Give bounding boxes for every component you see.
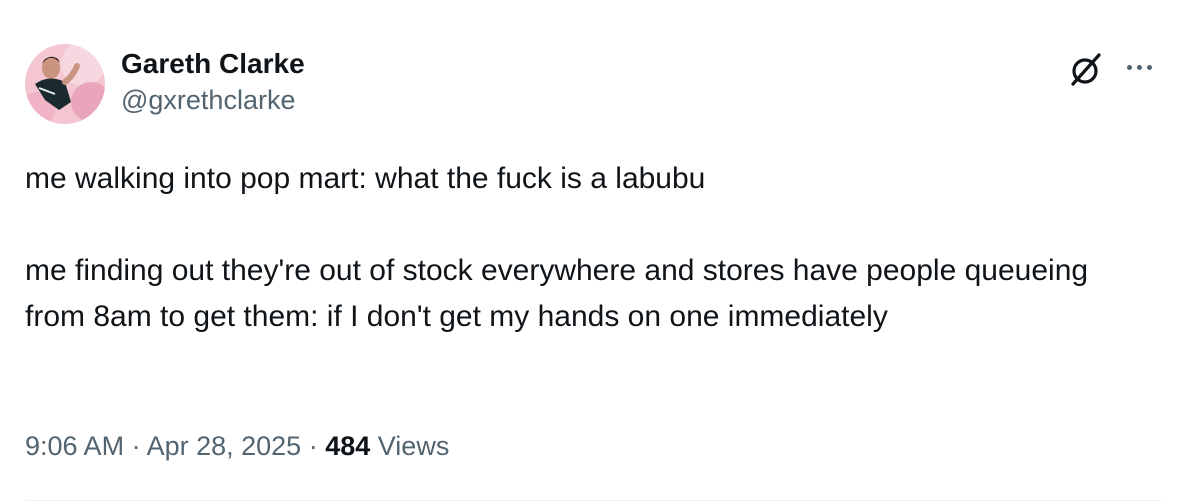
tweet-card: Gareth Clarke @gxrethclarke me walking i…	[0, 0, 1188, 502]
more-icon-dot	[1136, 64, 1142, 70]
more-icon[interactable]	[1120, 52, 1158, 82]
author-handle[interactable]: @gxrethclarke	[121, 83, 305, 117]
avatar-image	[25, 44, 105, 124]
tweet-text-line-2: me finding out they're out of stock ever…	[25, 254, 1089, 333]
tweet-text-line-1: me walking into pop mart: what the fuck …	[25, 162, 706, 195]
tweet-meta: 9:06 AM · Apr 28, 2025 · 484 Views	[25, 428, 449, 464]
tweet-time[interactable]: 9:06 AM	[25, 431, 124, 461]
grok-icon-glyph	[1071, 53, 1101, 86]
meta-separator: ·	[301, 431, 326, 461]
views-count: 484	[325, 431, 371, 461]
divider	[25, 500, 1163, 501]
meta-separator: ·	[124, 431, 147, 461]
views-label: Views	[377, 431, 450, 461]
more-icon-dot	[1126, 64, 1132, 70]
tweet-date[interactable]: Apr 28, 2025	[147, 431, 302, 461]
avatar[interactable]	[25, 44, 105, 124]
more-icon-dot	[1146, 64, 1152, 70]
author-info: Gareth Clarke @gxrethclarke	[121, 46, 305, 117]
grok-icon[interactable]	[1066, 50, 1104, 88]
tweet-text: me walking into pop mart: what the fuck …	[25, 156, 1155, 340]
author-display-name[interactable]: Gareth Clarke	[121, 46, 305, 82]
